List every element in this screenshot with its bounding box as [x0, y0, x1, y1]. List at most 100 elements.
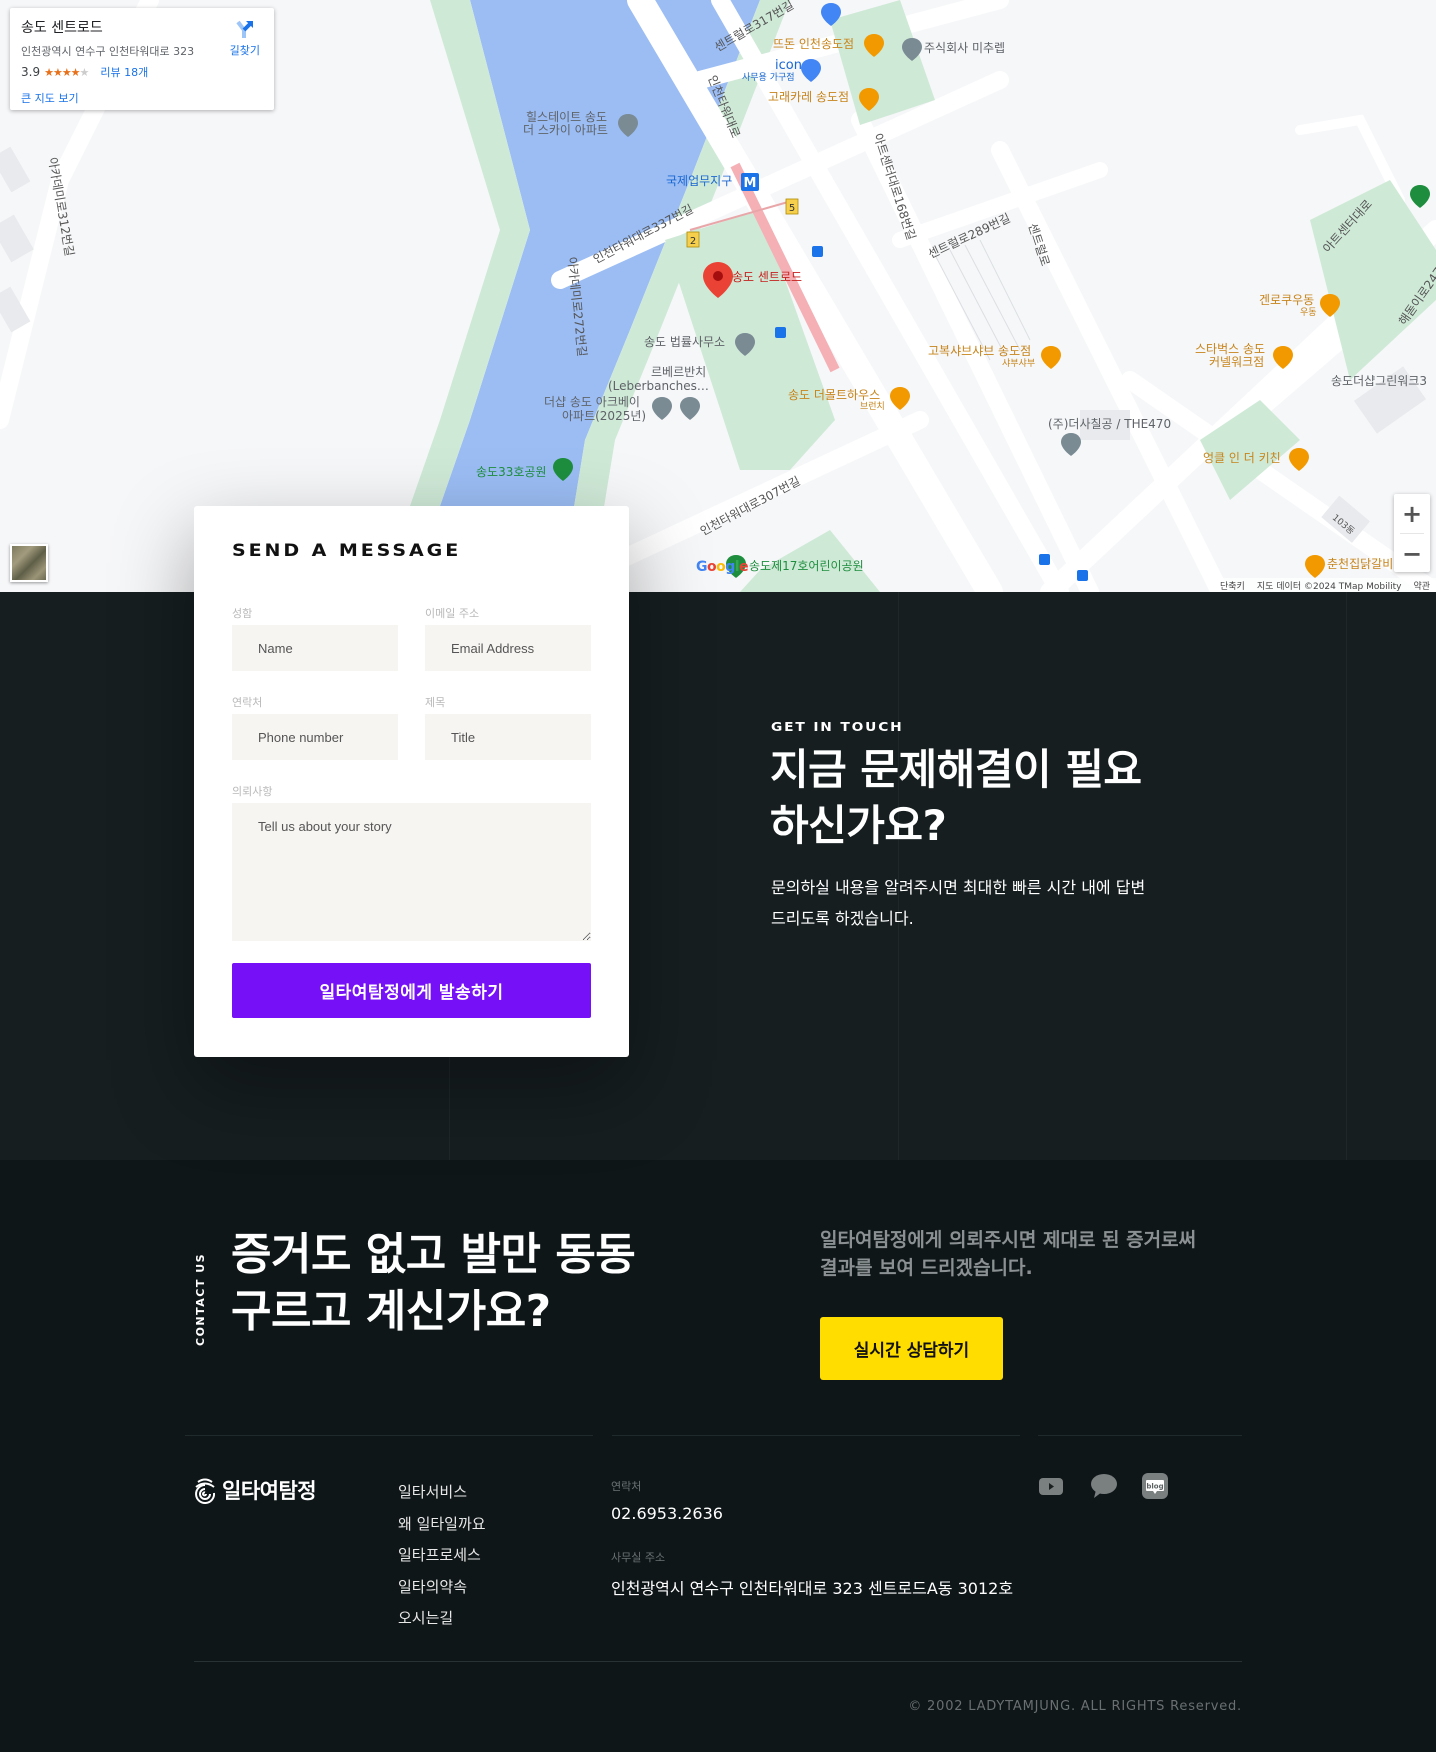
map-label[interactable]: 고래카레 송도점	[768, 90, 849, 105]
cta-heading: 증거도 없고 발만 동동 구르고 계신가요?	[231, 1229, 636, 1337]
phone-info-value: 02.6953.2636	[611, 1504, 723, 1523]
map-label[interactable]: 고복샤브샤브 송도점	[928, 344, 1031, 359]
blog-link[interactable]: blog	[1142, 1473, 1168, 1499]
terms-link[interactable]: 약관	[1413, 579, 1430, 592]
address-info-label: 사무실 주소	[611, 1551, 666, 1564]
google-map[interactable]: M 2 5 센트럴로317번길 뜨돈 인천송도점 주식회사 미추렙 icon 사…	[0, 0, 1436, 592]
map-data-credit: 지도 데이터 ©2024 TMap Mobility	[1256, 581, 1402, 592]
map-label[interactable]: 뜨돈 인천송도점	[773, 37, 854, 52]
live-consult-button[interactable]: 실시간 상담하기	[820, 1317, 1003, 1380]
footer-logo[interactable]: 일타여탐정	[194, 1475, 317, 1505]
email-input[interactable]	[425, 625, 591, 671]
directions-icon	[236, 20, 253, 38]
footer-contact-info: 연락처 02.6953.2636 사무실 주소 인천광역시 연수구 인천타워대로…	[611, 1478, 1013, 1599]
footer-divider	[612, 1435, 1020, 1436]
map-label[interactable]: 송도 법률사무소	[644, 335, 725, 350]
map-label[interactable]: 더 스카이 아파트	[523, 123, 608, 138]
exit-5-text: 5	[789, 203, 795, 214]
footer-nav-directions[interactable]: 오시는길	[398, 1603, 486, 1635]
message-form: 성함 이메일 주소 연락처 제목 의뢰사항	[232, 605, 591, 945]
map-label[interactable]: 국제업무지구	[666, 174, 732, 189]
message-textarea[interactable]	[232, 803, 591, 941]
message-form-card: SEND A MESSAGE 성함 이메일 주소 연락처 제목 의뢰사항 일타여…	[194, 506, 629, 1057]
phone-label: 연락처	[232, 696, 263, 709]
map-label: (Leberbanches…	[608, 379, 709, 393]
star-rating-icon: ★★★★★	[44, 65, 89, 79]
grid-line	[1346, 592, 1347, 1160]
zoom-in-button[interactable]: +	[1394, 494, 1430, 533]
map-zoom-controls: + −	[1394, 494, 1430, 572]
title-label: 제목	[425, 696, 446, 709]
directions-button[interactable]: 길찾기	[230, 18, 260, 58]
map-label[interactable]: icon	[775, 58, 802, 74]
map-label: 우동	[1300, 308, 1317, 318]
metro-badge-text: M	[744, 176, 757, 191]
map-label[interactable]: 주식회사 미추렙	[924, 41, 1005, 56]
map-label[interactable]: 더샵 송도 아크베이	[544, 395, 640, 410]
footer-nav: 일타서비스 왜 일타일까요 일타프로세스 일타의약속 오시는길	[398, 1477, 486, 1635]
phone-field-group: 연락처	[232, 694, 398, 760]
satellite-view-toggle[interactable]	[10, 544, 48, 582]
map-label: 샤부샤부	[1002, 359, 1036, 369]
view-larger-map-link[interactable]: 큰 지도 보기	[21, 90, 263, 106]
rating-value: 3.9	[21, 65, 41, 79]
zoom-out-button[interactable]: −	[1394, 534, 1430, 573]
place-info-card: 송도 센트로드 인천광역시 연수구 인천타워대로 323 3.9 ★★★★★ 리…	[10, 8, 274, 110]
footer-nav-promise[interactable]: 일타의약속	[398, 1572, 486, 1604]
blog-icon: blog	[1142, 1473, 1168, 1499]
copyright-text: © 2002 LADYTAMJUNG. ALL RIGHTS Reserved.	[908, 1699, 1242, 1714]
footer-divider	[185, 1435, 593, 1436]
map-label: 브런치	[860, 402, 885, 412]
map-label[interactable]: 송도더샵그린워크3	[1331, 374, 1427, 389]
message-field-group: 의뢰사항	[232, 783, 591, 945]
phone-info-label: 연락처	[611, 1480, 642, 1493]
email-label: 이메일 주소	[425, 607, 480, 620]
map-label[interactable]: 르베르반치	[651, 365, 706, 380]
footer-nav-process[interactable]: 일타프로세스	[398, 1540, 486, 1572]
contact-us-vertical-label: CONTACT US	[194, 1252, 207, 1346]
map-label[interactable]: 춘천집닭갈비	[1327, 557, 1393, 572]
reviews-link[interactable]: 리뷰 18개	[100, 64, 148, 80]
map-attribution: 단축키 지도 데이터 ©2024 TMap Mobility 약관	[1214, 578, 1436, 592]
get-in-touch-description: 문의하실 내용을 알려주시면 최대한 빠른 시간 내에 답변 드리도록 하겠습니…	[771, 878, 1146, 928]
map-label[interactable]: 송도33호공원	[476, 465, 546, 480]
exit-2-text: 2	[690, 236, 696, 247]
place-rating-row: 3.9 ★★★★★ 리뷰 18개	[21, 64, 263, 80]
social-links: blog	[1038, 1473, 1168, 1499]
youtube-icon	[1039, 1478, 1063, 1495]
youtube-link[interactable]	[1038, 1473, 1064, 1499]
svg-text:blog: blog	[1146, 1483, 1163, 1491]
map-label[interactable]: 송도제17호어린이공원	[749, 559, 864, 574]
footer-nav-why[interactable]: 왜 일타일까요	[398, 1509, 486, 1541]
map-label[interactable]: 엉클 인 더 키친	[1203, 451, 1281, 466]
form-title: SEND A MESSAGE	[232, 541, 462, 561]
name-field-group: 성함	[232, 605, 398, 671]
map-label: 커넬워크점	[1209, 355, 1265, 369]
kakaotalk-link[interactable]	[1090, 1473, 1117, 1499]
footer-nav-services[interactable]: 일타서비스	[398, 1477, 486, 1509]
phone-input[interactable]	[232, 714, 398, 760]
address-info-value: 인천광역시 연수구 인천타워대로 323 센트로드A동 3012호	[611, 1579, 1014, 1598]
name-label: 성함	[232, 607, 253, 620]
chat-bubble-icon	[1091, 1474, 1117, 1498]
map-label[interactable]: 송도 센트로드	[732, 270, 802, 285]
title-field-group: 제목	[425, 694, 591, 760]
get-in-touch-eyebrow: GET IN TOUCH	[771, 720, 904, 734]
map-label: 아파트(2025년)	[562, 409, 647, 423]
fingerprint-logo-icon	[195, 1478, 216, 1504]
map-label: 사무용 가구점	[742, 73, 795, 83]
keyboard-shortcuts-link[interactable]: 단축키	[1220, 579, 1245, 592]
google-logo: Google	[696, 559, 749, 575]
place-title: 송도 센트로드	[21, 20, 103, 36]
name-input[interactable]	[232, 625, 398, 671]
footer-bottom-divider	[194, 1661, 1242, 1662]
title-input[interactable]	[425, 714, 591, 760]
footer-divider	[1038, 1435, 1242, 1436]
cta-description: 일타여탐정에게 의뢰주시면 제대로 된 증거로써 결과를 보여 드리겠습니다.	[820, 1229, 1197, 1279]
map-label[interactable]: (주)더사칠공 / THE470	[1048, 417, 1171, 432]
directions-label: 길찾기	[229, 44, 260, 57]
footer-logo-text: 일타여탐정	[222, 1479, 317, 1503]
map-label[interactable]: 겐로쿠우동	[1259, 293, 1314, 308]
map-label[interactable]: 송도 더몰트하우스	[788, 388, 880, 403]
submit-message-button[interactable]: 일타여탐정에게 발송하기	[232, 963, 591, 1018]
